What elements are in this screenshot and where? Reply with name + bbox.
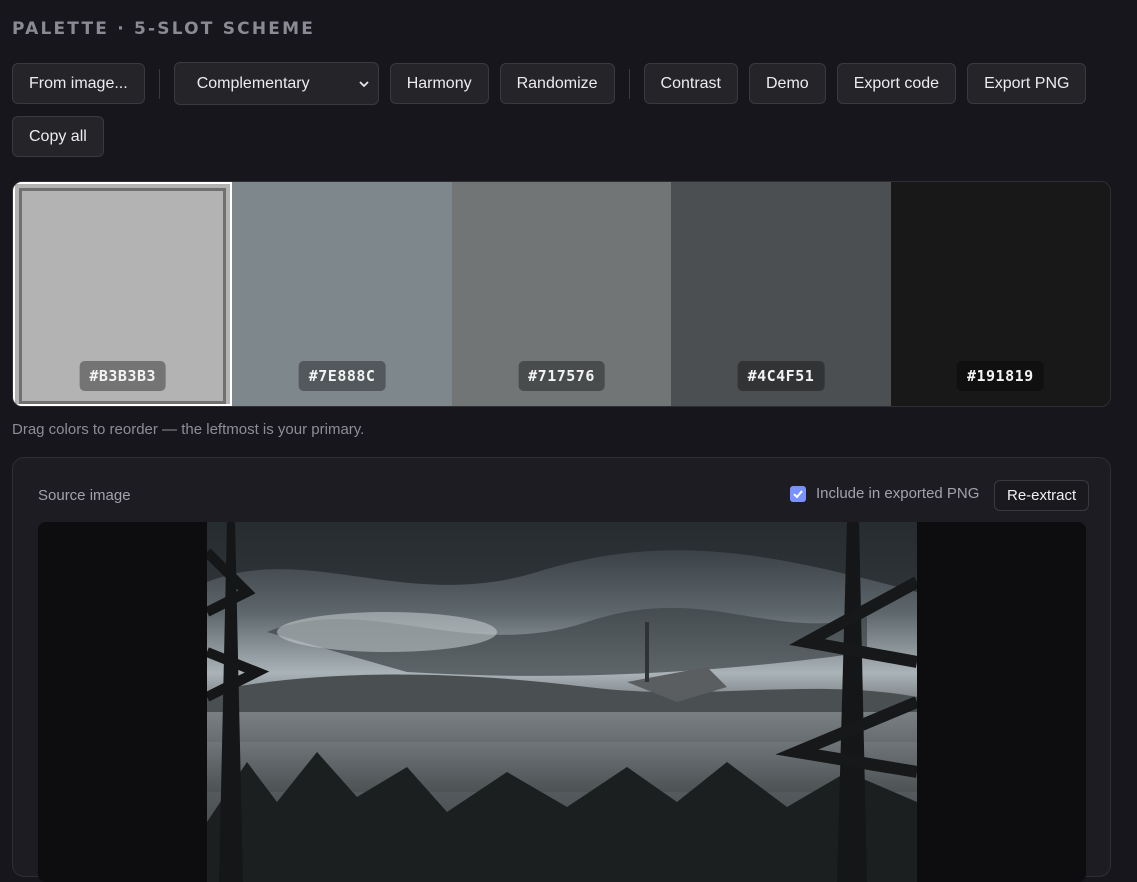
swatch-hex-label[interactable]: #4C4F51 bbox=[737, 361, 825, 391]
page-title: PALETTE · 5-SLOT SCHEME bbox=[12, 19, 316, 39]
contrast-button[interactable]: Contrast bbox=[643, 63, 738, 104]
source-image-frame bbox=[38, 522, 1086, 882]
toolbar-second-row: Copy all bbox=[12, 116, 115, 157]
checkmark-icon bbox=[793, 489, 803, 498]
include-checkbox[interactable] bbox=[790, 485, 806, 502]
chevron-down-icon bbox=[359, 80, 369, 87]
source-image bbox=[207, 522, 917, 882]
copy-all-button[interactable]: Copy all bbox=[12, 116, 104, 157]
source-image-label: Source image bbox=[38, 487, 131, 504]
reorder-hint: Drag colors to reorder — the leftmost is… bbox=[12, 421, 365, 438]
swatch-5[interactable]: #191819 bbox=[890, 182, 1110, 406]
swatch-hex-label[interactable]: #B3B3B3 bbox=[79, 361, 167, 391]
demo-button[interactable]: Demo bbox=[749, 63, 826, 104]
swatch-3[interactable]: #717576 bbox=[451, 182, 672, 406]
toolbar: From image... Complementary Harmony Rand… bbox=[12, 62, 1097, 105]
toolbar-divider bbox=[158, 68, 160, 99]
swatch-hex-label[interactable]: #717576 bbox=[518, 361, 605, 391]
export-code-button[interactable]: Export code bbox=[836, 63, 957, 104]
scheme-select[interactable]: Complementary bbox=[173, 62, 379, 105]
toolbar-divider bbox=[628, 68, 630, 99]
randomize-button[interactable]: Randomize bbox=[499, 63, 615, 104]
include-label: Include in exported PNG bbox=[816, 485, 980, 502]
swatch-4[interactable]: #4C4F51 bbox=[671, 182, 891, 406]
include-in-png-toggle[interactable]: Include in exported PNG bbox=[790, 485, 979, 502]
palette-strip: #B3B3B3 #7E888C #717576 #4C4F51 #191819 bbox=[12, 181, 1111, 407]
from-image-button[interactable]: From image... bbox=[12, 63, 145, 104]
scheme-select-value: Complementary bbox=[196, 74, 310, 92]
harmony-button[interactable]: Harmony bbox=[389, 63, 489, 104]
swatch-hex-label[interactable]: #7E888C bbox=[298, 361, 386, 391]
swatch-1[interactable]: #B3B3B3 bbox=[13, 182, 233, 406]
swatch-2[interactable]: #7E888C bbox=[232, 182, 452, 406]
swatch-hex-label[interactable]: #191819 bbox=[956, 361, 1044, 391]
source-image-panel: Source image Include in exported PNG Re-… bbox=[12, 457, 1111, 882]
export-png-button[interactable]: Export PNG bbox=[967, 63, 1087, 104]
re-extract-button[interactable]: Re-extract bbox=[994, 480, 1090, 511]
